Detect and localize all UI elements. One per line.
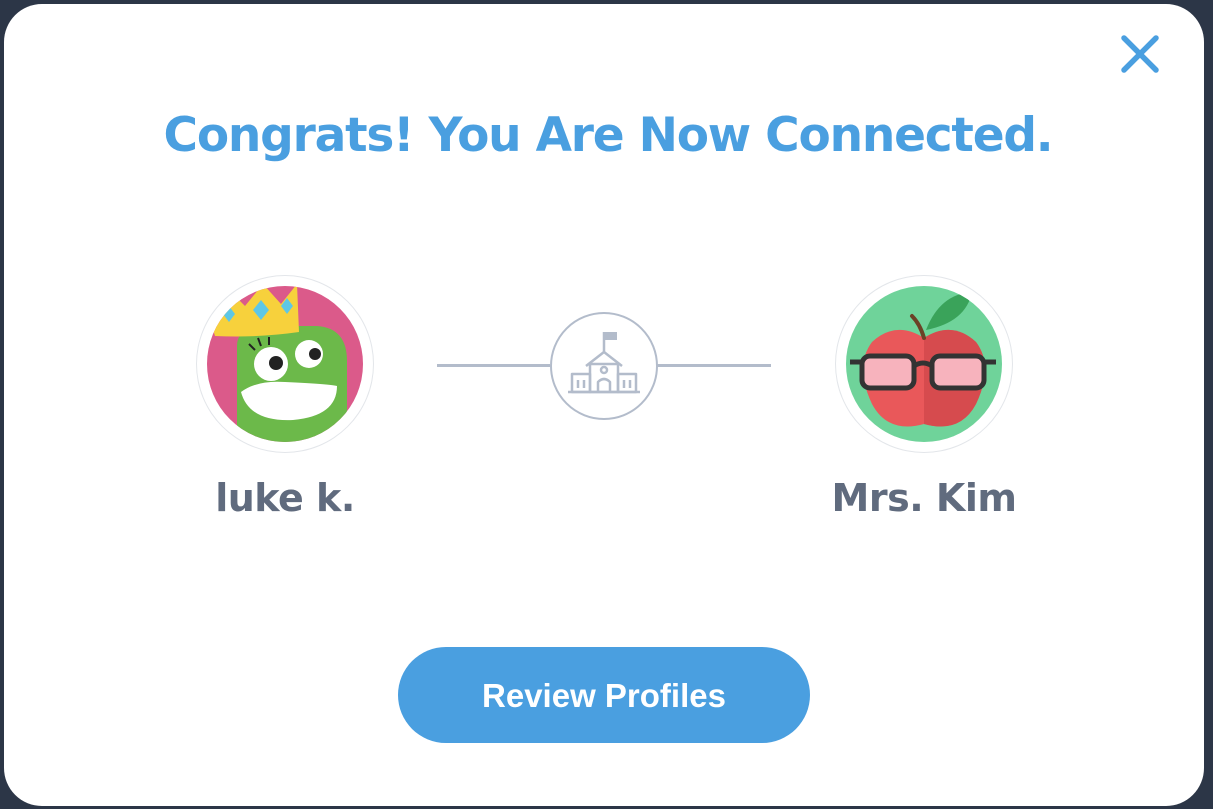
school-icon xyxy=(568,332,640,394)
monster-avatar-icon xyxy=(207,286,363,442)
close-icon xyxy=(1121,35,1159,73)
student-name: luke k. xyxy=(215,476,355,520)
teacher-name: Mrs. Kim xyxy=(831,476,1017,520)
apple-with-glasses-avatar-icon xyxy=(846,286,1002,442)
student-avatar xyxy=(197,276,373,452)
connector-line-right xyxy=(657,364,771,367)
close-button[interactable] xyxy=(1116,30,1164,78)
teacher-avatar xyxy=(836,276,1012,452)
school-badge xyxy=(550,312,658,420)
review-profiles-button[interactable]: Review Profiles xyxy=(398,647,810,743)
connector-line-left xyxy=(437,364,550,367)
dialog-title: Congrats! You Are Now Connected. xyxy=(163,108,1054,163)
